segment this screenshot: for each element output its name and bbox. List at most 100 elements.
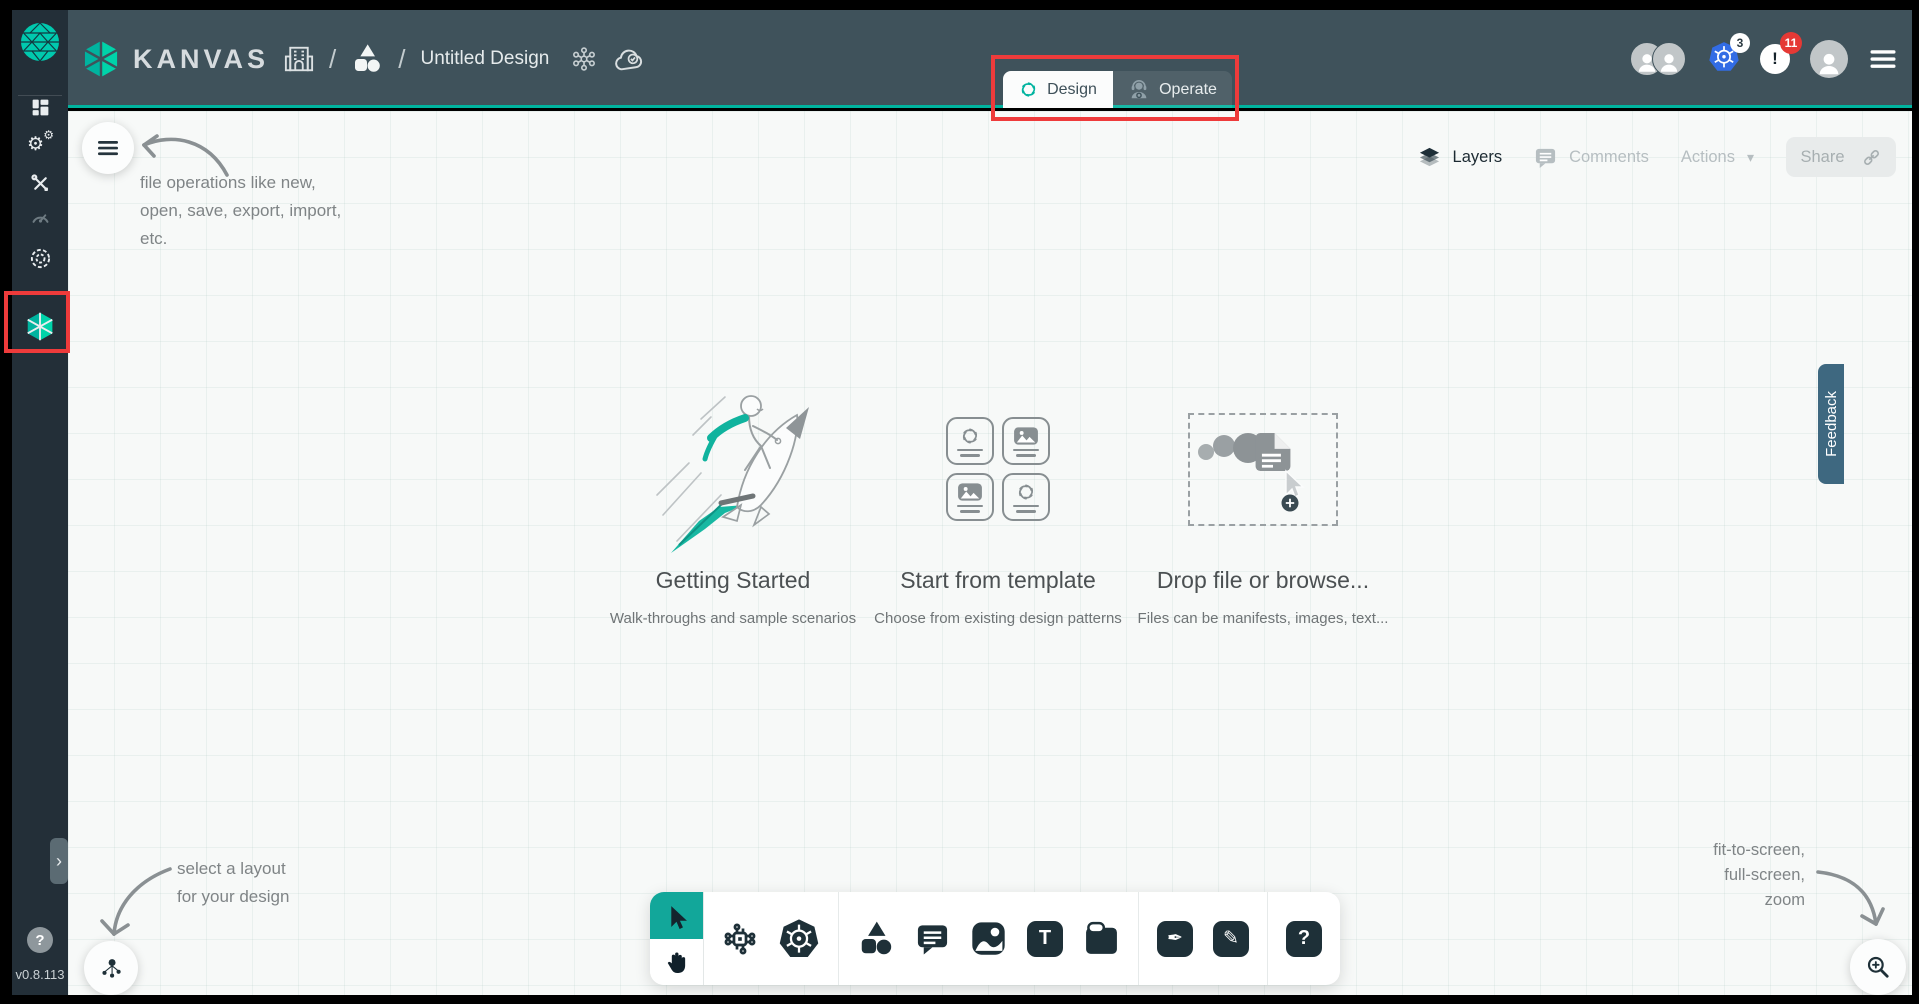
pen-tool-button[interactable]: ✒ [1157,921,1193,957]
card-subtitle: Files can be manifests, images, text... [1138,610,1389,627]
canvas-actionbar: Layers Comments Actions ▾ Share [1418,137,1896,177]
kubernetes-icon [778,918,820,960]
comments-label: Comments [1569,148,1649,167]
share-button[interactable]: Share [1786,137,1896,177]
tools-icon [30,173,51,194]
question-icon: ? [35,932,44,949]
gears-icon: ⚙⚙ [27,132,53,158]
breadcrumb-separator: / [398,44,405,75]
actions-dropdown[interactable]: Actions ▾ [1681,148,1754,167]
comment-icon [1534,146,1557,169]
drop-file-icon [1198,419,1328,519]
template-tile[interactable] [946,417,994,465]
tab-operate[interactable]: Operate [1113,71,1232,108]
circuit-icon [722,921,758,957]
layout-selector-button[interactable] [84,941,138,995]
design-canvas[interactable]: file operations like new, open, save, ex… [68,111,1912,995]
kubernetes-context[interactable]: 3 [1708,41,1740,78]
user-avatar[interactable] [1810,40,1848,78]
kubernetes-tool-button[interactable] [778,918,820,960]
select-tool-button[interactable] [650,892,703,939]
card-title: Drop file or browse... [1157,567,1369,594]
text-tool-button[interactable]: T [1027,921,1063,957]
tab-operate-label: Operate [1159,81,1217,99]
sidebar-item-extensions[interactable] [12,241,68,275]
question-icon: ? [1298,927,1310,950]
hamburger-menu-icon [96,136,120,160]
brand-name: KANVAS [133,44,269,75]
dashboard-icon [30,97,51,118]
bottom-toolbar: T ✒ ✎ ? [650,892,1340,985]
comments-button[interactable]: Comments [1534,146,1649,169]
rocket-doodle [649,381,817,557]
document-title[interactable]: Untitled Design [420,48,549,70]
feedback-label: Feedback [1823,391,1840,457]
text-icon: T [1039,927,1051,950]
workspace-shapes-icon[interactable] [351,43,383,75]
card-start-from-template[interactable]: Start from template Choose from existing… [873,381,1123,627]
zoom-button[interactable] [1850,939,1906,995]
template-tile[interactable] [1002,473,1050,521]
image-icon [1013,426,1039,446]
toolbar-help-button[interactable]: ? [1286,921,1322,957]
sidebar-item-performance[interactable] [12,200,68,234]
kanvas-logo-icon[interactable] [84,40,118,78]
app-version: v0.8.113 [12,967,68,982]
pencil-tool-button[interactable]: ✎ [1213,921,1249,957]
sidebar-item-kanvas[interactable] [12,306,68,346]
hamburger-menu-icon[interactable] [1868,44,1898,74]
notifications[interactable]: ! 11 [1760,44,1790,74]
template-tile[interactable] [946,473,994,521]
sidebar-expand-button[interactable]: › [50,838,68,884]
person-icon [1814,48,1844,78]
meshery-sphere-logo-icon[interactable] [20,22,60,62]
card-drop-file[interactable]: Drop file or browse... Files can be mani… [1138,381,1388,627]
canvas-menu-button[interactable] [82,122,134,174]
sidebar-item-dashboard[interactable] [12,90,68,124]
component-tool-button[interactable] [722,921,758,957]
comment-tool-button[interactable] [915,921,950,956]
annotation-file-operations: file operations like new, open, save, ex… [140,169,341,253]
section-tool-button[interactable] [1083,920,1120,957]
card-title: Getting Started [656,567,811,594]
swirl-icon [960,426,980,446]
left-sidebar: ⚙⚙ › ? v0.8.113 [12,10,68,995]
collaborator-avatars[interactable] [1630,42,1688,76]
actions-label: Actions [1681,148,1735,167]
sidebar-item-lifecycle[interactable]: ⚙⚙ [12,128,68,162]
sidebar-item-configuration[interactable] [12,166,68,200]
pan-tool-button[interactable] [650,939,703,986]
cursor-arrow-icon [664,902,689,929]
note-icon [1083,920,1120,957]
cloud-saved-icon [613,46,645,73]
shapes-icon [857,920,895,958]
feedback-tab[interactable]: Feedback [1818,364,1844,484]
comment-icon [915,921,950,956]
card-subtitle: Walk-throughs and sample scenarios [610,610,856,627]
pen-icon: ✒ [1167,927,1183,950]
avatar [1652,42,1686,76]
image-icon [957,482,983,502]
organization-icon[interactable] [284,44,314,74]
template-tile[interactable] [1002,417,1050,465]
top-header: KANVAS / / Untitled Design Design Operat… [68,10,1912,108]
image-tool-button[interactable] [970,920,1007,957]
shapes-tool-button[interactable] [857,920,895,958]
operator-headset-icon [1128,79,1150,101]
tab-design-label: Design [1047,81,1097,99]
gauge-icon [30,207,51,228]
link-icon [1861,147,1882,168]
person-icon [1656,49,1682,75]
notification-count-badge: 11 [1780,32,1802,54]
layers-button[interactable]: Layers [1418,146,1503,169]
tab-design[interactable]: Design [1003,71,1113,108]
dropzone[interactable] [1188,413,1338,526]
share-label: Share [1800,148,1844,167]
kanvas-hexagon-icon [27,312,53,341]
caret-down-icon: ▾ [1747,149,1754,166]
help-button[interactable]: ? [27,927,53,953]
annotation-zoom-controls: fit-to-screen, full-screen, zoom [1713,838,1805,913]
kanvas-app-window: ⚙⚙ › ? v0.8.113 KANVAS / / Untitled Desi… [0,0,1919,1004]
merge-nodes-icon[interactable] [570,45,598,73]
card-getting-started[interactable]: Getting Started Walk-throughs and sample… [608,381,858,627]
